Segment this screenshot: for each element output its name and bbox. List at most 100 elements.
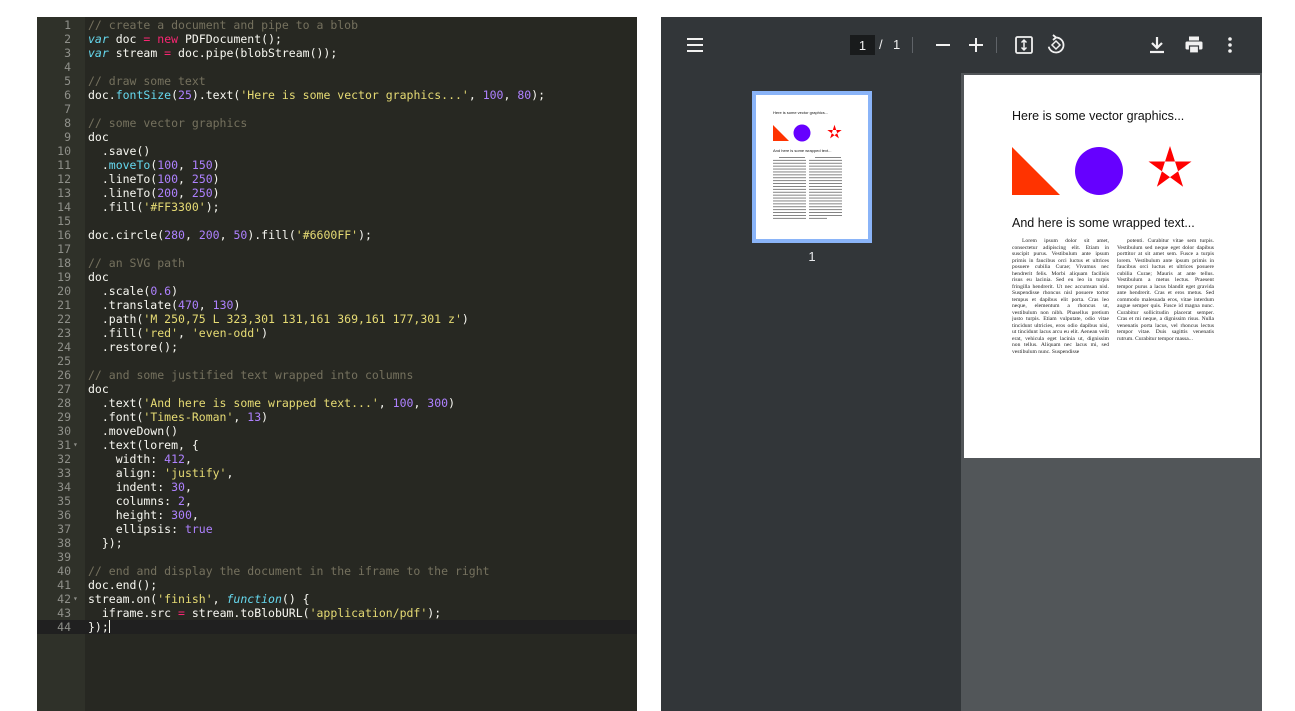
code-line[interactable]: 6 doc.fontSize(25).text('Here is some vec…: [37, 88, 637, 102]
code-text: var doc = new PDFDocument();: [88, 32, 282, 46]
code-line[interactable]: 37 ellipsis: true: [37, 522, 637, 536]
thumb-text-line: [809, 215, 842, 216]
code-line[interactable]: 38 });: [37, 536, 637, 550]
thumb-text-line: [773, 206, 806, 208]
thumb-text-line: [809, 217, 827, 219]
code-line[interactable]: 27 doc: [37, 382, 637, 396]
code-line[interactable]: 17: [37, 242, 637, 256]
line-number: 18: [57, 256, 71, 270]
code-line[interactable]: 32 width: 412,: [37, 452, 637, 466]
fold-toggle-icon[interactable]: ▾: [73, 438, 78, 452]
code-line[interactable]: 34 indent: 30,: [37, 480, 637, 494]
code-text: .lineTo(200, 250): [88, 186, 220, 200]
thumb-star: [827, 124, 842, 139]
code-editor[interactable]: 1 // create a document and pipe to a blob…: [37, 17, 637, 711]
line-number: 25: [57, 354, 71, 368]
code-text: var stream = doc.pipe(blobStream());: [88, 46, 338, 60]
code-text: .translate(470, 130): [88, 298, 241, 312]
code-line[interactable]: 41 doc.end();: [37, 578, 637, 592]
code-line[interactable]: 8 // some vector graphics: [37, 116, 637, 130]
print-icon[interactable]: [1182, 33, 1206, 57]
thumb-text-line: [809, 174, 842, 176]
code-line[interactable]: 16 doc.circle(280, 200, 50).fill('#6600FF…: [37, 228, 637, 242]
thumb-text-line: [773, 217, 806, 219]
code-line[interactable]: 44});: [37, 620, 637, 634]
page-thumbnail[interactable]: Here is some vector graphics... And here…: [752, 91, 872, 243]
code-line[interactable]: 42 ▾ stream.on('finish', function() {: [37, 592, 637, 606]
code-line[interactable]: 20 .scale(0.6): [37, 284, 637, 298]
code-text: iframe.src = stream.toBlobURL('applicati…: [88, 606, 442, 620]
code-line[interactable]: 40 // end and display the document in the…: [37, 564, 637, 578]
code-line[interactable]: 24 .restore();: [37, 340, 637, 354]
code-line[interactable]: 33 align: 'justify',: [37, 466, 637, 480]
code-line[interactable]: 22 .path('M 250,75 L 323,301 131,161 369…: [37, 312, 637, 326]
line-number: 31: [57, 438, 71, 452]
thumb-text-line: [773, 215, 806, 216]
code-line[interactable]: 21 .translate(470, 130): [37, 298, 637, 312]
rotate-icon[interactable]: [1044, 33, 1068, 57]
page-number-input[interactable]: [850, 35, 875, 55]
line-number: 39: [57, 550, 71, 564]
line-number: 15: [57, 214, 71, 228]
line-number: 16: [57, 228, 71, 242]
line-number: 22: [57, 312, 71, 326]
thumb-circle: [793, 124, 811, 142]
code-line[interactable]: 31 ▾ .text(lorem, {: [37, 438, 637, 452]
code-line[interactable]: 15: [37, 214, 637, 228]
code-line[interactable]: 1 // create a document and pipe to a blob: [37, 18, 637, 32]
line-number: 28: [57, 396, 71, 410]
pdf-toolbar: / 1: [661, 17, 1262, 73]
code-line[interactable]: 35 columns: 2,: [37, 494, 637, 508]
code-line[interactable]: 13 .lineTo(200, 250): [37, 186, 637, 200]
fold-toggle-icon[interactable]: ▾: [73, 592, 78, 606]
code-text: .restore();: [88, 340, 179, 354]
thumbnail-page: Here is some vector graphics... And here…: [760, 97, 864, 237]
code-line[interactable]: 28 .text('And here is some wrapped text.…: [37, 396, 637, 410]
code-line[interactable]: 36 height: 300,: [37, 508, 637, 522]
menu-icon[interactable]: [683, 33, 707, 57]
thumb-text-line: [809, 212, 842, 213]
justified-text-columns: Lorem ipsum dolor sit amet, consectetur …: [1012, 238, 1214, 381]
code-text: });: [88, 536, 123, 550]
thumb-text-line: [809, 180, 842, 182]
code-line[interactable]: 3 var stream = doc.pipe(blobStream());: [37, 46, 637, 60]
minus-icon[interactable]: [931, 33, 955, 57]
purple-circle: [1075, 147, 1123, 195]
code-line[interactable]: 2 var doc = new PDFDocument();: [37, 32, 637, 46]
line-number: 7: [64, 102, 71, 116]
code-line[interactable]: 23 .fill('red', 'even-odd'): [37, 326, 637, 340]
line-number: 11: [57, 158, 71, 172]
code-line[interactable]: 26 // and some justified text wrapped int…: [37, 368, 637, 382]
thumb-text-line: [809, 159, 842, 161]
code-text: .text(lorem, {: [88, 438, 199, 452]
more-vert-icon[interactable]: [1218, 33, 1242, 57]
line-number: 36: [57, 508, 71, 522]
thumb-text-line: [773, 209, 806, 211]
download-icon[interactable]: [1145, 33, 1169, 57]
code-line[interactable]: 5 // draw some text: [37, 74, 637, 88]
code-line[interactable]: 11 .moveTo(100, 150): [37, 158, 637, 172]
code-line[interactable]: 25: [37, 354, 637, 368]
fit-to-page-icon[interactable]: [1012, 33, 1036, 57]
line-number: 44: [57, 620, 71, 634]
code-line[interactable]: 18 // an SVG path: [37, 256, 637, 270]
code-line[interactable]: 12 .lineTo(100, 250): [37, 172, 637, 186]
code-line[interactable]: 9 doc: [37, 130, 637, 144]
code-line[interactable]: 29 .font('Times-Roman', 13): [37, 410, 637, 424]
plus-icon[interactable]: [964, 33, 988, 57]
code-line[interactable]: 30 .moveDown(): [37, 424, 637, 438]
code-line[interactable]: 7: [37, 102, 637, 116]
thumb-text-line: [773, 194, 806, 196]
thumb-text-line: [809, 183, 842, 184]
code-line[interactable]: 14 .fill('#FF3300');: [37, 200, 637, 214]
thumb-text-line: [809, 186, 842, 187]
code-line[interactable]: 43 iframe.src = stream.toBlobURL('applic…: [37, 606, 637, 620]
thumb-text-line: [809, 206, 842, 208]
code-line[interactable]: 10 .save(): [37, 144, 637, 158]
thumb-text-line: [809, 191, 842, 193]
code-line[interactable]: 4: [37, 60, 637, 74]
thumb-text-line: [773, 200, 806, 202]
code-line[interactable]: 39: [37, 550, 637, 564]
code-line[interactable]: 19 doc: [37, 270, 637, 284]
code-text: .moveDown(): [88, 424, 179, 438]
